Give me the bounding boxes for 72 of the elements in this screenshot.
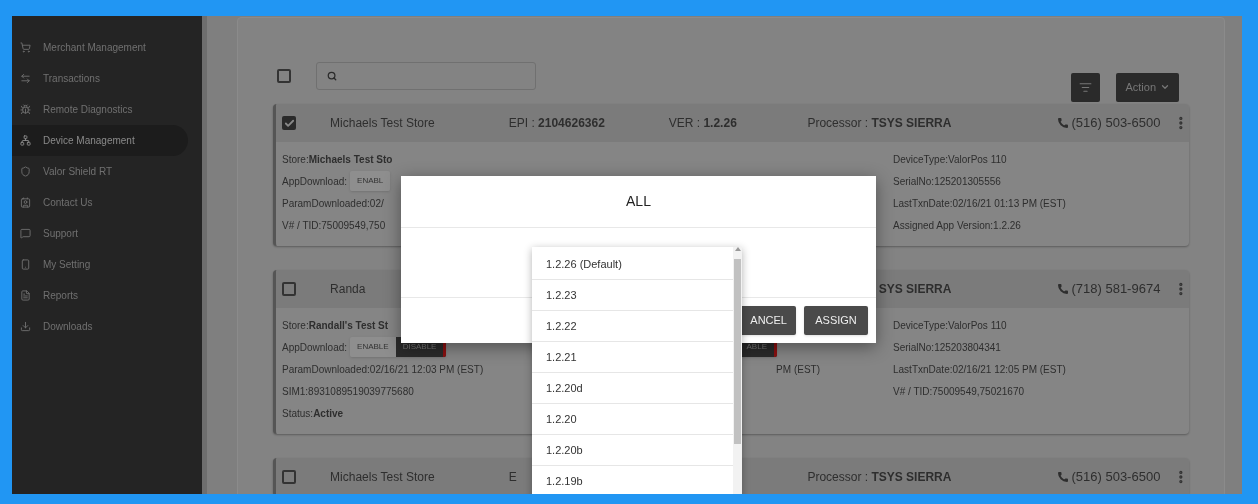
phone-number: (516) 503-6500 <box>1071 468 1161 487</box>
filter-button[interactable] <box>1071 72 1101 102</box>
detail-text: LastTxnDate:02/16/21 01:13 PM (EST) <box>893 196 1066 211</box>
sidebar-item[interactable]: Valor Shield RT <box>12 156 188 187</box>
detail-text: DeviceType:ValorPos 110 <box>893 318 1007 333</box>
epi-label: E <box>508 469 517 486</box>
sidebar-item[interactable]: Downloads <box>12 311 188 342</box>
cart-icon <box>20 42 31 53</box>
version-label: VER : <box>668 115 702 132</box>
checkbox[interactable] <box>282 116 296 130</box>
checkbox[interactable] <box>277 69 291 83</box>
phone-icon <box>1057 471 1070 483</box>
phone-device-icon <box>20 259 31 270</box>
toggle-label: AppDownload: <box>282 174 348 189</box>
sidebar-item[interactable]: Merchant Management <box>12 32 188 63</box>
sidebar-item[interactable]: My Setting <box>12 249 188 280</box>
detail-text: SIM1:8931089519039775680 <box>282 384 414 399</box>
detail-text: Assigned App Version:1.2.26 <box>893 218 1021 233</box>
network-icon <box>20 135 31 146</box>
assign-button[interactable]: ASSIGN <box>804 306 868 335</box>
arrows-icon <box>20 73 31 84</box>
processor-value: TSYS SIERRA <box>871 469 952 486</box>
phone-icon <box>1057 117 1070 129</box>
search-field[interactable] <box>316 62 536 90</box>
sidebar-item[interactable]: Reports <box>12 280 188 311</box>
shield-icon <box>20 166 31 177</box>
enable-button[interactable]: ENABLE <box>350 337 396 357</box>
detail-text: SerialNo:125203804341 <box>893 340 1001 355</box>
detail-text: PM (EST) <box>776 362 820 377</box>
caret-icon <box>1160 82 1170 92</box>
contact-card-icon <box>20 197 31 208</box>
detail-text: Store:Michaels Test Sto <box>282 152 393 167</box>
epi-value: 2104626362 <box>538 115 605 132</box>
detail-text: LastTxnDate:02/16/21 12:05 PM (EST) <box>893 362 1066 377</box>
processor-value: TSYS SIERRA <box>871 115 952 132</box>
store-name: Michaels Test Store <box>330 470 435 484</box>
detail-text: Store:Randall's Test St <box>282 318 389 333</box>
phone-number: (516) 503-6500 <box>1071 114 1161 133</box>
enable-button[interactable]: ENABL <box>350 171 391 191</box>
download-icon <box>20 321 31 332</box>
processor-value: SYS SIERRA <box>878 281 952 298</box>
processor-label: Processor : <box>807 115 870 132</box>
checkbox[interactable] <box>282 470 296 484</box>
sidebar-item[interactable]: Support <box>12 218 188 249</box>
bug-icon <box>20 104 31 115</box>
dialog-title: ALL <box>626 192 651 211</box>
sidebar-item[interactable]: Transactions <box>12 63 188 94</box>
action-button[interactable]: Action <box>1116 72 1179 102</box>
detail-text: ParamDownloaded:02/ <box>282 196 384 211</box>
search-icon <box>327 71 337 81</box>
detail-text: V# / TID:75009549,750 <box>282 218 386 233</box>
detail-text: V# / TID:75009549,75021670 <box>893 384 1025 399</box>
phone-icon <box>1057 283 1070 295</box>
scrollbar-thumb[interactable] <box>734 259 741 444</box>
phone-number: (718) 581-9674 <box>1071 280 1161 299</box>
sidebar-item[interactable]: Remote Diagnostics <box>12 94 188 125</box>
store-name: Michaels Test Store <box>330 116 435 130</box>
toggle-label: AppDownload: <box>282 340 348 355</box>
processor-label: Processor : <box>807 469 870 486</box>
detail-text: ParamDownloaded:02/16/21 12:03 PM (EST) <box>282 362 484 377</box>
checkbox[interactable] <box>282 282 296 296</box>
store-name: Randa <box>330 282 366 296</box>
sidebar-item[interactable]: Device Management <box>12 125 188 156</box>
filter-icon <box>1079 80 1093 94</box>
detail-text: DeviceType:ValorPos 110 <box>893 152 1007 167</box>
detail-text: Status:Active <box>282 406 344 421</box>
document-icon <box>20 290 31 301</box>
message-icon <box>20 228 31 239</box>
detail-text: SerialNo:125201305556 <box>893 174 1001 189</box>
sidebar-item[interactable]: Contact Us <box>12 187 188 218</box>
version-value: 1.2.26 <box>703 115 737 132</box>
epi-label: EPI : <box>508 115 536 132</box>
